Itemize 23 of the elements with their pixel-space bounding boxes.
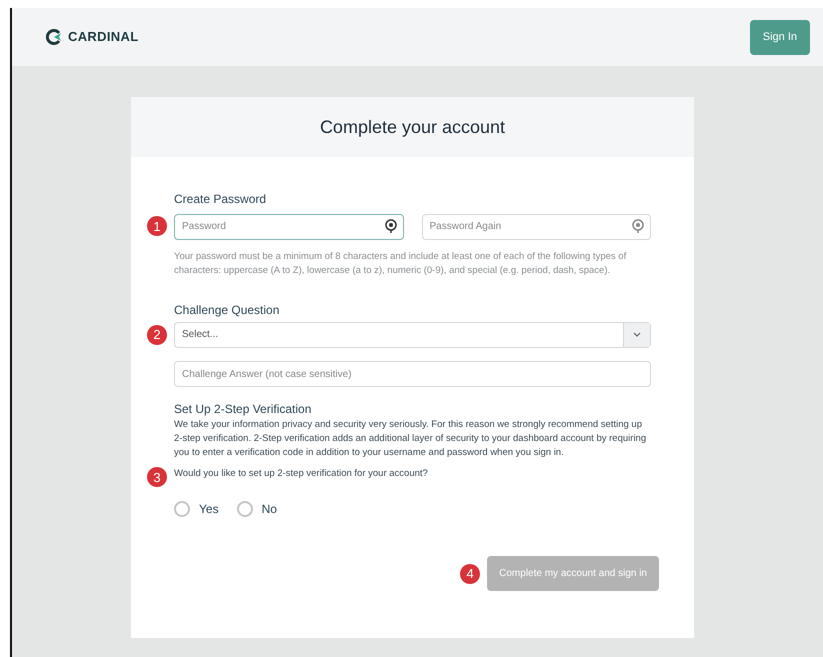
step-number-badge: 1 [147,216,167,236]
logo-text: CARDINAL [68,28,138,46]
field-label: Challenge Question [174,302,280,316]
radio-label: No [262,501,277,518]
challenge-answer-field[interactable]: Challenge Answer (not case sensitive) [174,361,651,387]
section-title: Set Up 2-Step Verification [174,401,312,418]
step-number-badge: 4 [460,564,480,584]
sign-in-button[interactable]: Sign In [750,20,810,54]
verification-description: We take your information privacy and security very seriously. For this reason we strongly recommend setting up 2-step verification. 2-Step verification adds an additional layer of security to your dashboard account by requiring you to enter a verification code in addition to your username and password when you sign in. [174,418,648,460]
step-number-badge: 2 [147,324,167,344]
chevron-down-icon [633,332,641,337]
logo-icon [46,29,62,45]
verification-question: Would you like to set up 2-step verification for your account? [174,466,428,481]
card-title: Complete your account [320,116,506,139]
password-field[interactable]: Password Again [422,214,651,240]
password-hint: Your password must be a minimum of 8 characters and include at least one of each of the following types of characters: uppercase (A to Z), lowercase (a to z), numeric (0-9), and special (e.g. period, dash, space). [174,250,628,278]
radio-button[interactable] [236,501,253,517]
radio-button[interactable] [174,501,190,517]
field-label: Create Password [174,192,266,206]
password-field[interactable]: Password [174,214,404,240]
radio-label: Yes [199,501,219,518]
challenge-question-select[interactable]: Select... [174,322,651,348]
step-number-badge: 3 [147,467,167,487]
